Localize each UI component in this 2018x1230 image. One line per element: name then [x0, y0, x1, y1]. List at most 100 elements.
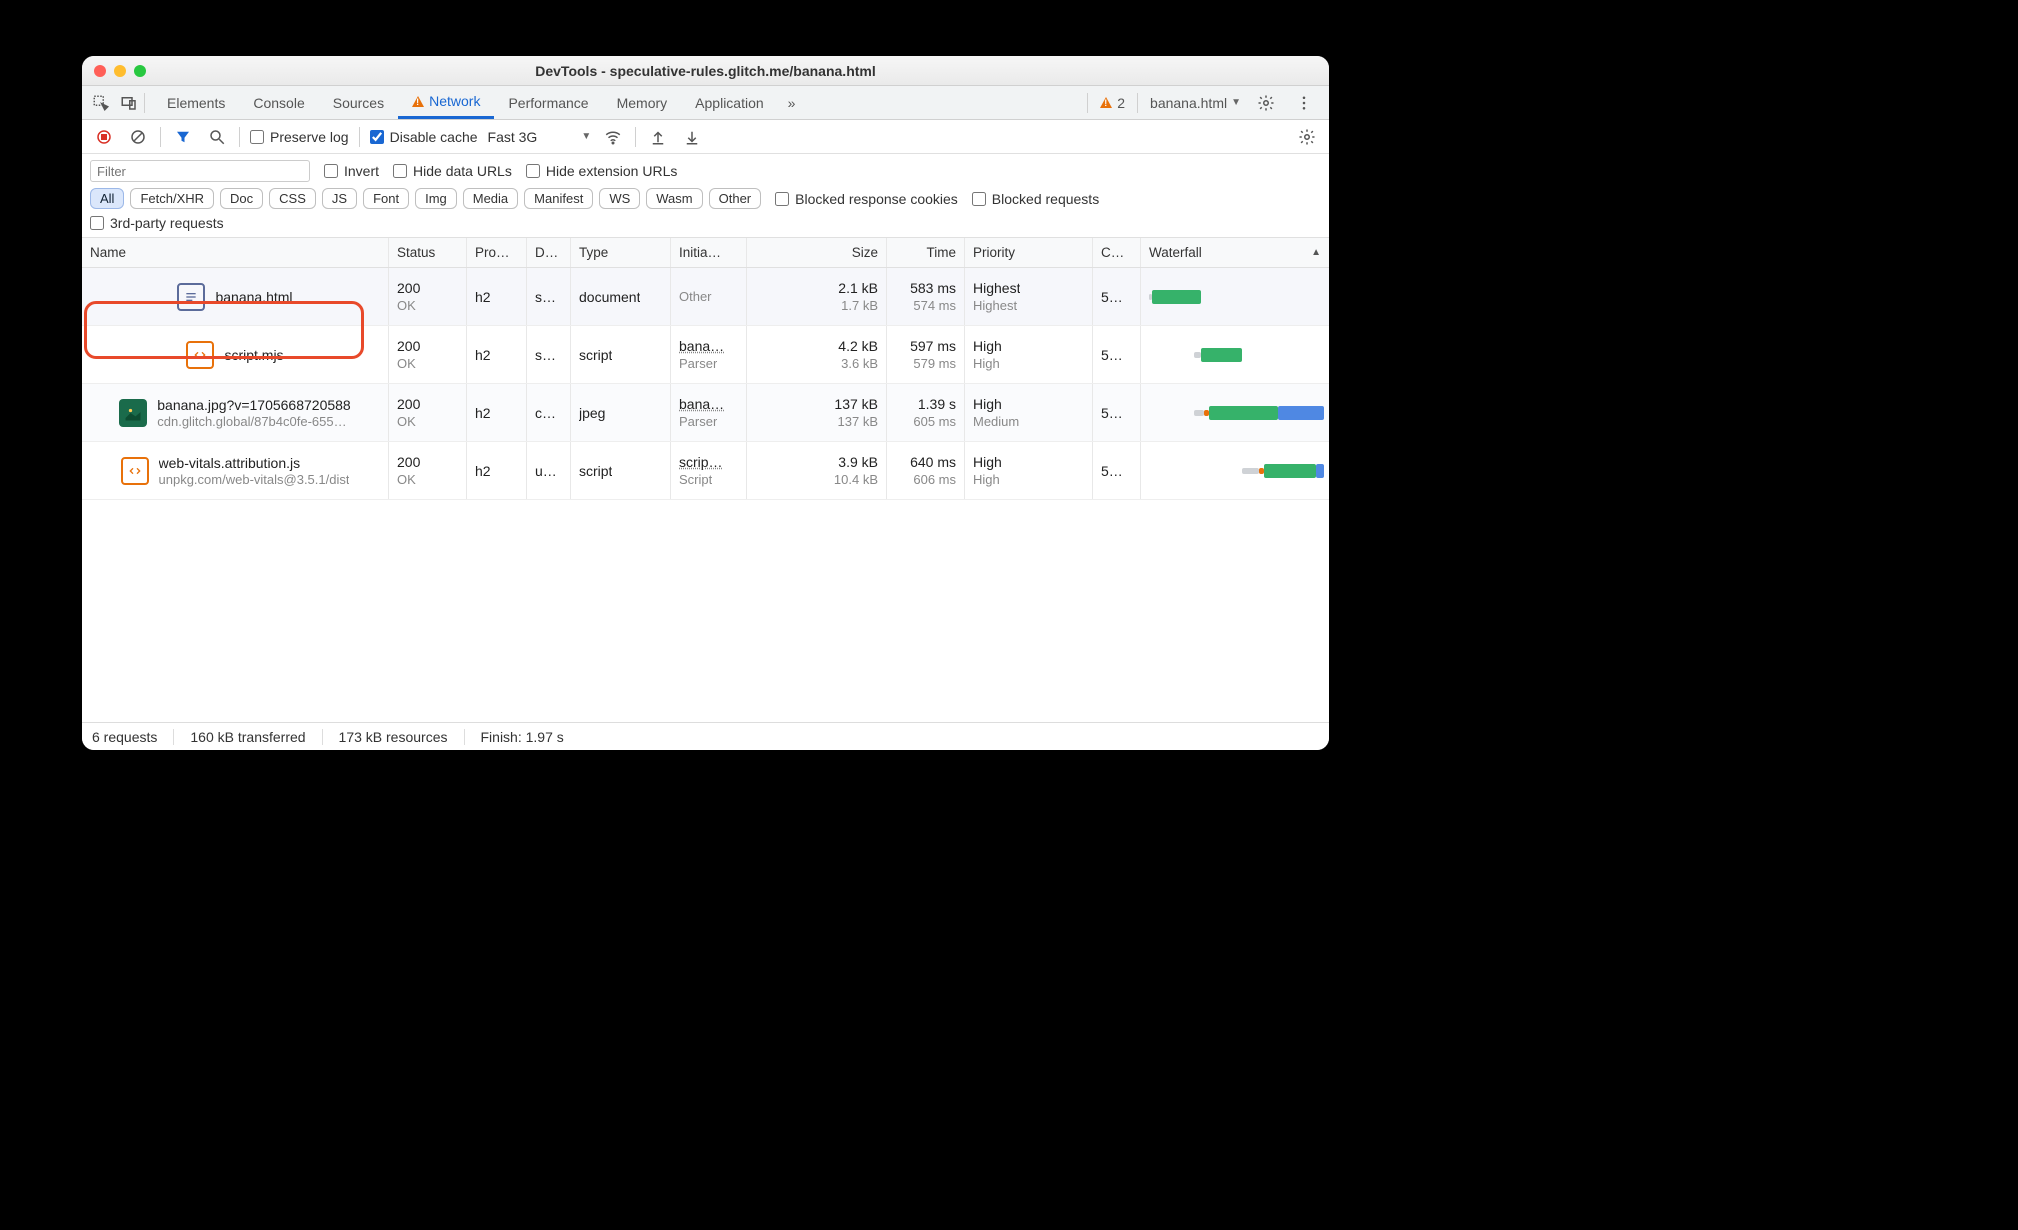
context-label: banana.html — [1150, 95, 1227, 111]
tab-application[interactable]: Application — [681, 86, 778, 119]
tab-sources[interactable]: Sources — [319, 86, 398, 119]
tabs-overflow[interactable]: » — [780, 95, 804, 111]
col-connection[interactable]: C… — [1093, 238, 1141, 267]
blocked-cookies-checkbox[interactable]: Blocked response cookies — [775, 191, 958, 207]
chip-other[interactable]: Other — [709, 188, 762, 209]
window-title: DevTools - speculative-rules.glitch.me/b… — [82, 63, 1329, 79]
filter-icon[interactable] — [171, 125, 195, 149]
chip-js[interactable]: JS — [322, 188, 357, 209]
third-party-checkbox[interactable]: 3rd-party requests — [90, 215, 224, 231]
context-selector[interactable]: banana.html ▼ — [1150, 95, 1241, 111]
network-table: Name Status Pro… D… Type Initia… Size Ti… — [82, 238, 1329, 722]
col-domain[interactable]: D… — [527, 238, 571, 267]
request-name: banana.jpg?v=1705668720588 — [157, 397, 350, 413]
status-transferred: 160 kB transferred — [190, 729, 305, 745]
waterfall-cell — [1141, 268, 1329, 325]
image-icon — [119, 399, 147, 427]
chip-doc[interactable]: Doc — [220, 188, 263, 209]
col-time[interactable]: Time — [887, 238, 965, 267]
col-name[interactable]: Name — [82, 238, 389, 267]
table-row[interactable]: web-vitals.attribution.jsunpkg.com/web-v… — [82, 442, 1329, 500]
col-waterfall[interactable]: Waterfall▲ — [1141, 238, 1329, 267]
filter-input[interactable] — [90, 160, 310, 182]
separator — [635, 127, 636, 147]
export-har-icon[interactable] — [646, 125, 670, 149]
invert-checkbox[interactable]: Invert — [324, 163, 379, 179]
search-icon[interactable] — [205, 125, 229, 149]
hide-extension-urls-checkbox[interactable]: Hide extension URLs — [526, 163, 678, 179]
tab-elements[interactable]: Elements — [153, 86, 239, 119]
throttling-select[interactable]: Fast 3G ▼ — [488, 129, 592, 145]
chip-all[interactable]: All — [90, 188, 124, 209]
chevron-down-icon: ▼ — [581, 131, 591, 142]
main-tabs: ElementsConsoleSourcesNetworkPerformance… — [153, 86, 778, 119]
network-settings-icon[interactable] — [1295, 125, 1319, 149]
disable-cache-checkbox[interactable]: Disable cache — [370, 129, 478, 145]
issues-count: 2 — [1117, 95, 1125, 111]
table-header: Name Status Pro… D… Type Initia… Size Ti… — [82, 238, 1329, 268]
issues-counter[interactable]: 2 — [1100, 95, 1125, 111]
waterfall-cell — [1141, 326, 1329, 383]
warning-icon — [412, 96, 424, 107]
import-har-icon[interactable] — [680, 125, 704, 149]
script-icon — [186, 341, 214, 369]
chevron-double-right-icon: » — [788, 95, 796, 111]
table-row[interactable]: banana.html200OKh2sp…documentOther2.1 kB… — [82, 268, 1329, 326]
chip-font[interactable]: Font — [363, 188, 409, 209]
chip-media[interactable]: Media — [463, 188, 518, 209]
network-conditions-icon[interactable] — [601, 125, 625, 149]
status-bar: 6 requests 160 kB transferred 173 kB res… — [82, 722, 1329, 750]
chip-img[interactable]: Img — [415, 188, 457, 209]
col-initiator[interactable]: Initia… — [671, 238, 747, 267]
titlebar: DevTools - speculative-rules.glitch.me/b… — [82, 56, 1329, 86]
kebab-icon[interactable] — [1291, 90, 1317, 116]
type-filter-chips: All Fetch/XHR Doc CSS JS Font Img Media Manifest… — [90, 188, 761, 209]
hide-data-urls-checkbox[interactable]: Hide data URLs — [393, 163, 512, 179]
table-body: banana.html200OKh2sp…documentOther2.1 kB… — [82, 268, 1329, 722]
record-button[interactable] — [92, 125, 116, 149]
inspect-icon[interactable] — [88, 90, 114, 116]
preserve-log-checkbox[interactable]: Preserve log — [250, 129, 349, 145]
col-status[interactable]: Status — [389, 238, 467, 267]
col-size[interactable]: Size — [747, 238, 887, 267]
document-icon — [177, 283, 205, 311]
filter-bar: Invert Hide data URLs Hide extension URL… — [82, 154, 1329, 238]
script-icon — [121, 457, 149, 485]
separator — [1087, 93, 1088, 113]
chevron-down-icon: ▼ — [1231, 97, 1241, 108]
separator — [239, 127, 240, 147]
table-row[interactable]: script.mjs200OKh2sp…scriptbana…Parser4.2… — [82, 326, 1329, 384]
blocked-requests-checkbox[interactable]: Blocked requests — [972, 191, 1099, 207]
col-priority[interactable]: Priority — [965, 238, 1093, 267]
table-row[interactable]: banana.jpg?v=1705668720588cdn.glitch.glo… — [82, 384, 1329, 442]
col-type[interactable]: Type — [571, 238, 671, 267]
chip-wasm[interactable]: Wasm — [646, 188, 702, 209]
tab-memory[interactable]: Memory — [603, 86, 682, 119]
chip-css[interactable]: CSS — [269, 188, 316, 209]
waterfall-cell — [1141, 442, 1329, 499]
main-tabbar: ElementsConsoleSourcesNetworkPerformance… — [82, 86, 1329, 120]
tab-network[interactable]: Network — [398, 86, 494, 119]
warning-icon — [1100, 97, 1112, 108]
network-toolbar: Preserve log Disable cache Fast 3G ▼ — [82, 120, 1329, 154]
chip-manifest[interactable]: Manifest — [524, 188, 593, 209]
gear-icon[interactable] — [1253, 90, 1279, 116]
separator — [359, 127, 360, 147]
status-finish: Finish: 1.97 s — [481, 729, 564, 745]
chip-ws[interactable]: WS — [599, 188, 640, 209]
status-resources: 173 kB resources — [339, 729, 448, 745]
chip-fetchxhr[interactable]: Fetch/XHR — [130, 188, 214, 209]
request-name: banana.html — [215, 289, 292, 305]
device-toggle-icon[interactable] — [116, 90, 142, 116]
clear-button[interactable] — [126, 125, 150, 149]
devtools-window: DevTools - speculative-rules.glitch.me/b… — [82, 56, 1329, 750]
status-requests: 6 requests — [92, 729, 157, 745]
separator — [144, 93, 145, 113]
col-protocol[interactable]: Pro… — [467, 238, 527, 267]
tab-performance[interactable]: Performance — [494, 86, 602, 119]
request-name: script.mjs — [224, 347, 283, 363]
sort-asc-icon: ▲ — [1311, 247, 1321, 258]
waterfall-cell — [1141, 384, 1329, 441]
tab-console[interactable]: Console — [239, 86, 318, 119]
separator — [1137, 93, 1138, 113]
